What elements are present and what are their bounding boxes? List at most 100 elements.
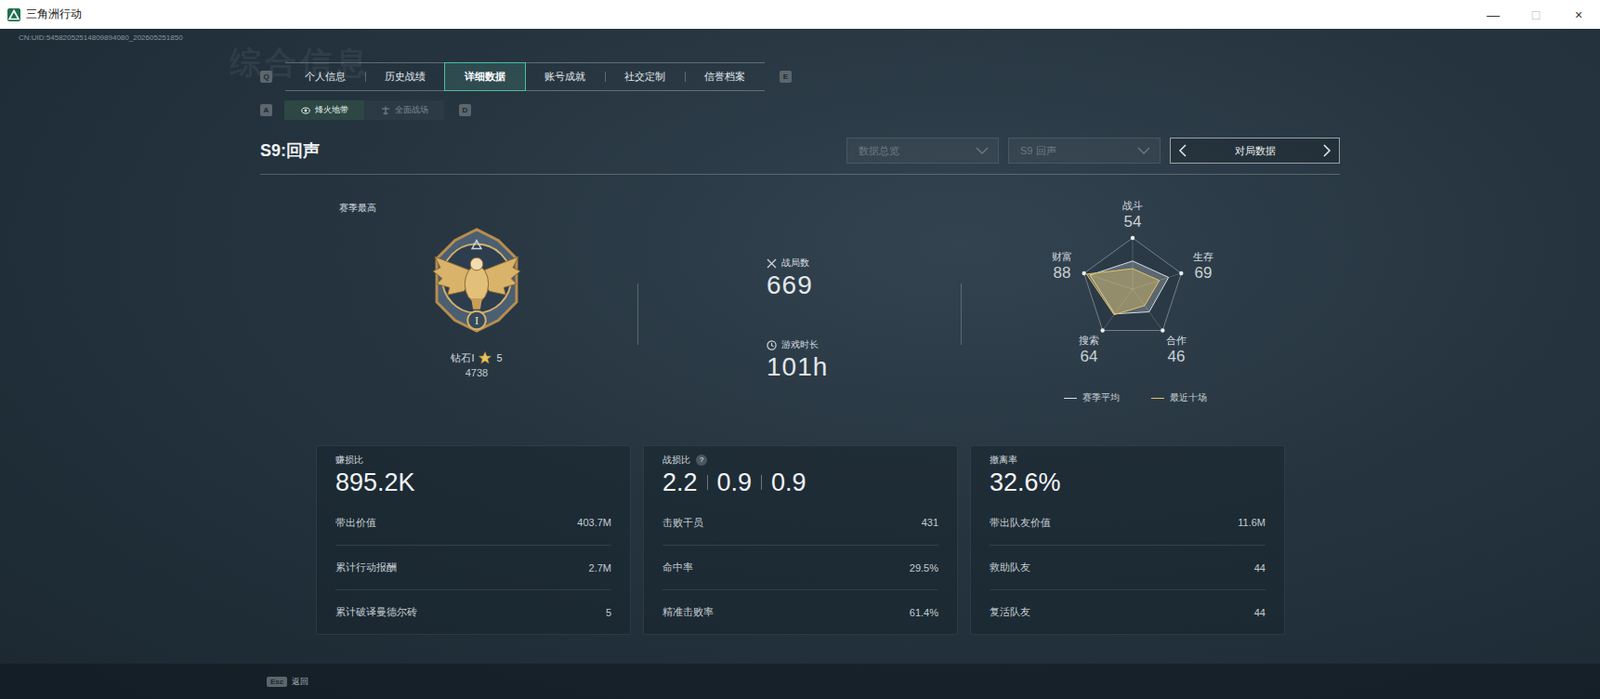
- battlefield-icon: [380, 105, 391, 116]
- tab[interactable]: 社交定制: [604, 63, 685, 91]
- diamond-rank-medal-icon: I: [419, 225, 534, 340]
- dropdown[interactable]: 数据总览: [846, 137, 999, 164]
- stat-value: 29.5%: [909, 562, 939, 574]
- svg-text:生存: 生存: [1193, 250, 1214, 263]
- tab[interactable]: 历史战绩: [365, 63, 446, 91]
- key-hint: Esc: [266, 676, 288, 687]
- svg-text:战斗: 战斗: [1122, 199, 1143, 211]
- tab[interactable]: 信誉档案: [684, 63, 765, 91]
- legend-item: 最近十场: [1151, 391, 1207, 405]
- stat-row: 累计行动报酬2.7M: [335, 544, 612, 590]
- value-separator: [760, 474, 762, 490]
- rank-label: 赛季最高: [260, 200, 638, 216]
- title-group: 三角洲行动: [7, 6, 82, 23]
- stat-value: 44: [1254, 562, 1266, 574]
- tab[interactable]: 账号成就: [524, 63, 605, 91]
- stat-row: 复活队友44: [989, 589, 1266, 634]
- radar-vertex-dot: [1130, 236, 1135, 240]
- divider: [637, 283, 639, 345]
- radar-axis-label: 战斗54: [1122, 199, 1143, 231]
- svg-text:合作: 合作: [1166, 334, 1187, 346]
- rank-group: I 钻石I54738: [402, 225, 551, 381]
- filter-group: 数据总览S9 回声对局数据: [846, 137, 1340, 164]
- app-logo-icon: [7, 8, 21, 22]
- play-stat-label: 游戏时长: [766, 337, 961, 353]
- back-label: 返回: [291, 675, 309, 688]
- stat-card: 撤离率32.6%带出队友价值11.6M救助队友44复活队友44: [970, 445, 1286, 635]
- svg-text:46: 46: [1167, 347, 1186, 366]
- card-values: 32.6%: [989, 466, 1266, 499]
- card-value: 2.2: [662, 466, 698, 499]
- card-value: 32.6%: [989, 466, 1062, 499]
- radar-axis-label: 搜索64: [1078, 334, 1100, 366]
- sub-tab-group: 烽火地带全面战场: [284, 100, 445, 120]
- back-button[interactable]: Esc返回: [266, 675, 309, 688]
- chevron-left-icon[interactable]: [1178, 144, 1188, 158]
- overview-section: 赛季最高 I 钻石I54738 战局数669 游戏时长101h 战斗54 生存69 合作46 搜…: [260, 174, 1340, 407]
- radar-vertex-dot: [1081, 271, 1086, 276]
- key-hint: E: [779, 70, 792, 83]
- card-title: 战损比?: [662, 453, 939, 467]
- window-control-button[interactable]: —: [1471, 0, 1515, 29]
- card-rows: 带出队友价值11.6M救助队友44复活队友44: [989, 499, 1266, 634]
- play-stat-value: 669: [766, 270, 961, 301]
- sub-tab[interactable]: 全面战场: [364, 100, 445, 120]
- svg-text:搜索: 搜索: [1078, 334, 1100, 346]
- play-stat-value: 101h: [766, 352, 961, 382]
- stat-label: 精准击败率: [662, 604, 714, 619]
- window-control-button[interactable]: □: [1514, 0, 1558, 29]
- window-controls: —□×: [1471, 0, 1600, 29]
- radar-chart: 战斗54 生存69 合作46 搜索64 财富88: [1011, 184, 1254, 390]
- rank-panel: 赛季最高 I 钻石I54738: [260, 174, 638, 407]
- help-button[interactable]: ?: [695, 454, 708, 466]
- key-hint: Q: [260, 70, 273, 83]
- radar-axis-label: 合作46: [1166, 334, 1187, 366]
- clock-icon: [766, 340, 777, 351]
- tab[interactable]: 个人信息: [285, 63, 366, 91]
- radar-vertex-dot: [1179, 271, 1183, 276]
- stat-value: 11.6M: [1237, 516, 1266, 528]
- stat-cards: 赚损比895.2K带出价值403.7M累计行动报酬2.7M累计破译曼德尔砖5 战损…: [260, 445, 1340, 635]
- card-title: 赚损比: [335, 453, 612, 467]
- rank-score: 4738: [465, 365, 488, 381]
- rank-name-row: 钻石I5: [450, 350, 502, 366]
- stat-row: 击败干员431: [662, 499, 939, 545]
- card-values: 895.2K: [335, 466, 612, 499]
- stat-row: 救助队友44: [989, 544, 1266, 590]
- fire-zone-icon: [301, 105, 311, 116]
- legend-swatch: [1063, 397, 1077, 399]
- stat-row: 带出价值403.7M: [335, 499, 612, 545]
- stat-value: 44: [1254, 606, 1266, 618]
- card-title: 撤离率: [989, 453, 1266, 467]
- svg-text:64: 64: [1080, 347, 1099, 366]
- dropdown-label: 数据总览: [858, 144, 900, 158]
- svg-text:88: 88: [1052, 263, 1071, 282]
- stat-row: 命中率29.5%: [662, 544, 939, 590]
- main-area: 综合信息CN:UID:54582052514809894080_20260525…: [0, 28, 1600, 664]
- card-value: 0.9: [717, 466, 753, 499]
- svg-text:69: 69: [1194, 263, 1213, 282]
- svg-text:财富: 财富: [1051, 250, 1073, 263]
- play-stat: 战局数669: [766, 255, 961, 301]
- sub-tab-bar: A烽火地带全面战场D: [260, 100, 1340, 120]
- play-stats: 战局数669 游戏时长101h: [638, 174, 961, 407]
- dropdown[interactable]: S9 回声: [1008, 137, 1161, 164]
- chevron-right-icon[interactable]: [1322, 144, 1332, 158]
- card-rows: 带出价值403.7M累计行动报酬2.7M累计破译曼德尔砖5: [335, 499, 612, 634]
- radar-vertex-dot: [1100, 327, 1104, 332]
- rank-stars: 5: [496, 350, 502, 366]
- stat-row: 累计破译曼德尔砖5: [335, 589, 612, 634]
- watermark-text: 综合信息: [229, 41, 371, 85]
- crossed-swords-icon: [766, 258, 777, 269]
- card-value: 0.9: [771, 466, 807, 499]
- tab[interactable]: 详细数据: [445, 63, 525, 91]
- window-control-button[interactable]: ×: [1557, 0, 1600, 29]
- legend-item: 赛季平均: [1063, 391, 1120, 405]
- uid-text: CN:UID:54582052514809894080_202605251850: [0, 28, 1600, 44]
- sub-tab[interactable]: 烽火地带: [284, 100, 365, 120]
- stat-value: 2.7M: [589, 562, 612, 574]
- radar-legend: 赛季平均 最近十场: [1063, 391, 1340, 405]
- title-bar: 三角洲行动 —□×: [0, 0, 1600, 29]
- tab-bar: Q 个人信息历史战绩详细数据账号成就社交定制信誉档案 E: [260, 62, 1340, 92]
- stat-label: 累计破译曼德尔砖: [335, 604, 418, 619]
